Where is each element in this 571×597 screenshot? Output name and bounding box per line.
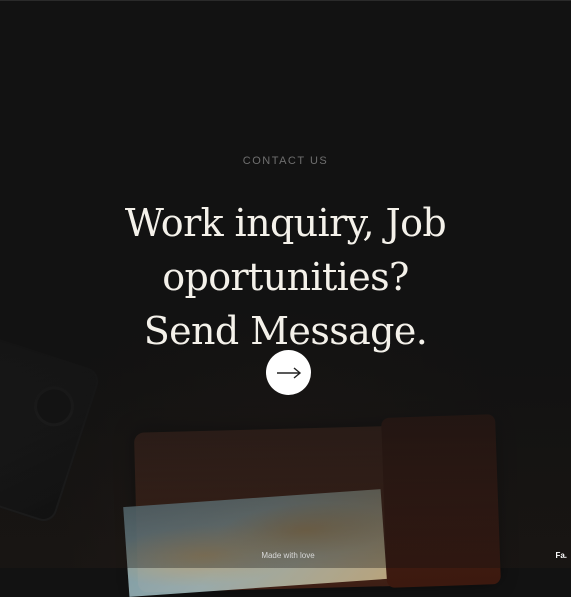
- send-message-button[interactable]: [266, 350, 311, 395]
- headline-line-1: Work inquiry, Job oportunities?: [124, 201, 447, 299]
- brand-logo[interactable]: Fa.: [555, 551, 567, 560]
- arrow-right-icon: [276, 366, 301, 379]
- section-eyebrow: CONTACT US: [242, 155, 329, 167]
- contact-headline: Work inquiry, Job oportunities? Send Mes…: [0, 196, 571, 358]
- footer-note: Made with love: [261, 551, 315, 560]
- top-divider: [0, 0, 571, 1]
